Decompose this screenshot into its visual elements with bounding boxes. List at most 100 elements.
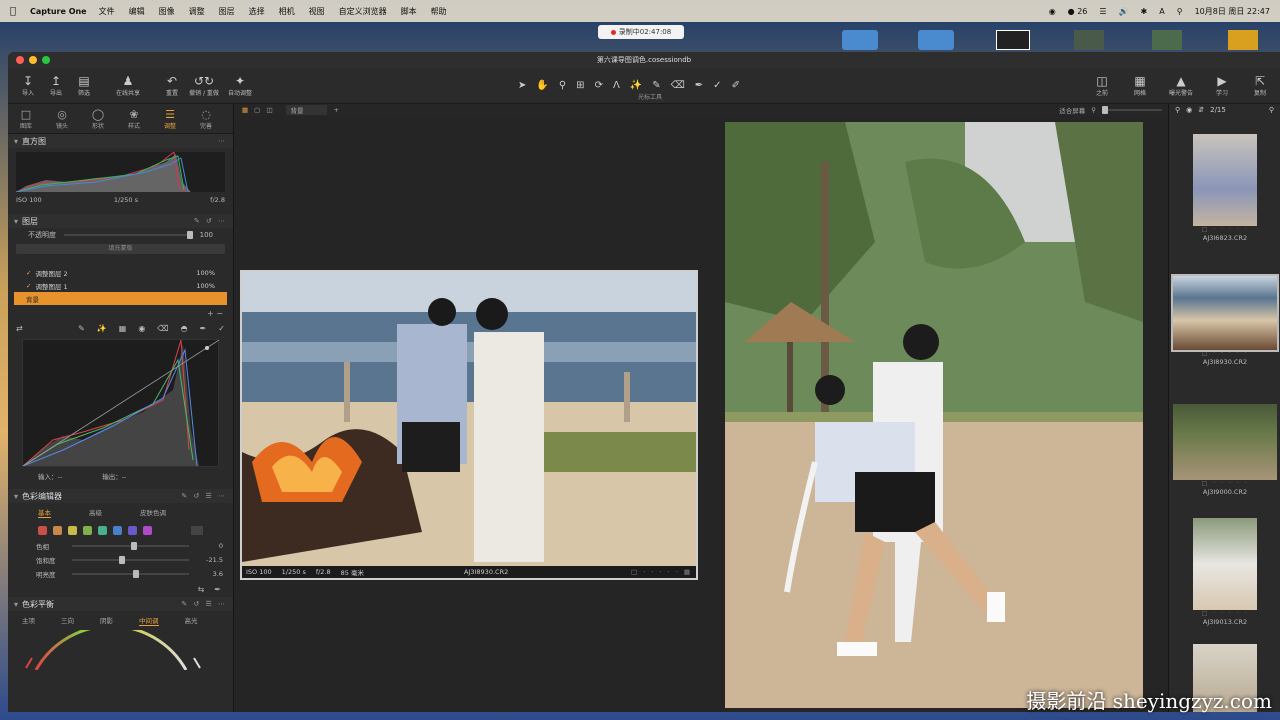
desktop-file-icon[interactable] (996, 30, 1030, 50)
tab-3way[interactable]: 三向 (61, 615, 74, 626)
color-editor-header[interactable]: ▾ 色彩编辑器 ✎ ↺ ☰ ⋯ (8, 489, 233, 503)
keystone-tool-icon[interactable]: Λ (613, 80, 620, 91)
layer-row[interactable]: ✓ 调整图层 1 100% (8, 279, 233, 292)
hue-slider[interactable] (72, 542, 189, 550)
thumbnail-image[interactable] (1193, 518, 1257, 610)
menu-layer[interactable]: 图层 (219, 6, 235, 17)
tab-shape[interactable]: ◯ 形状 (86, 108, 110, 130)
tab-style[interactable]: ❀ 样式 (122, 108, 146, 130)
fill-icon[interactable]: ◓ (181, 324, 188, 333)
filter-button[interactable]: ▤ 筛选 (70, 74, 98, 97)
copy-button[interactable]: ⇱ 复制 (1246, 74, 1274, 97)
pointer-tool-icon[interactable]: ➤ (518, 80, 526, 91)
layer-select[interactable]: 背景 (286, 105, 328, 115)
menu-script[interactable]: 脚本 (401, 6, 417, 17)
tab-midtones[interactable]: 中间调 (139, 615, 159, 626)
swatch-purple[interactable] (128, 526, 137, 535)
layer-row-selected[interactable]: 背景 (14, 292, 227, 305)
slider-thumb[interactable] (118, 556, 125, 564)
bluetooth-icon[interactable]: ✱ (1141, 7, 1148, 16)
thumbnail-image[interactable] (1173, 404, 1277, 480)
thumbnail-image[interactable] (1193, 134, 1257, 226)
brush-icon[interactable]: ✎ (78, 324, 85, 333)
swatch-yellow[interactable] (68, 526, 77, 535)
pen-icon[interactable]: ✒ (200, 324, 207, 333)
menu-select[interactable]: 选择 (249, 6, 265, 17)
undo-redo-button[interactable]: ↺↻ 撤销 / 重做 (186, 74, 222, 97)
annotate-tool-icon[interactable]: ✐ (732, 80, 740, 91)
menu-help[interactable]: 帮助 (431, 6, 447, 17)
histogram-header[interactable]: ▾ 直方图 ⋯ (8, 134, 233, 148)
sort-icon[interactable]: ⇵ (1198, 106, 1204, 114)
color-picker-button[interactable] (191, 526, 203, 535)
slider-thumb[interactable] (130, 542, 137, 550)
thumbnail-selected[interactable]: □ · · · · · AJ3I8930.CR2 (1171, 274, 1279, 366)
swap-icon[interactable]: ⇆ (198, 585, 205, 594)
tab-refine[interactable]: ◌ 完善 (194, 108, 218, 130)
recording-badge[interactable]: 录制中02:47:08 (598, 25, 684, 39)
folder-icon[interactable] (918, 30, 954, 50)
crop-tool-icon[interactable]: ⊞ (576, 80, 584, 91)
swatch-cyan[interactable] (98, 526, 107, 535)
tab-skin-tone[interactable]: 皮肤色调 (140, 507, 166, 518)
checkmark-icon[interactable]: ✓ (26, 269, 31, 277)
lightness-slider[interactable] (72, 570, 189, 578)
tab-master[interactable]: 主项 (22, 615, 35, 626)
thumbnail[interactable]: □ · · · · · AJ3I6823.CR2 (1171, 134, 1279, 242)
status-icon[interactable]: ◉ (1049, 7, 1056, 16)
swatch-magenta[interactable] (143, 526, 152, 535)
reference-photo[interactable]: ISO 100 1/250 s f/2.8 85 毫米 AJ3I8930.CR2… (240, 270, 698, 580)
grid-view-icon[interactable]: ▦ (242, 106, 248, 114)
layer-row[interactable]: ✓ 调整图层 2 100% (8, 266, 233, 279)
swatch-blue[interactable] (113, 526, 122, 535)
menu-file[interactable]: 文件 (99, 6, 115, 17)
color-wheel[interactable] (8, 624, 234, 671)
saturation-slider[interactable] (72, 556, 189, 564)
add-layer-icon[interactable]: + − (8, 305, 233, 321)
zoom-slider[interactable] (1102, 106, 1162, 114)
before-button[interactable]: ◫ 之前 (1088, 74, 1116, 97)
tab-shadows[interactable]: 阴影 (100, 615, 113, 626)
menu-image[interactable]: 图像 (159, 6, 175, 17)
search-icon[interactable]: ⚲ (1269, 106, 1274, 114)
input-method-icon[interactable]: A (1159, 7, 1164, 16)
tab-advanced[interactable]: 高级 (89, 507, 102, 518)
slider-thumb[interactable] (132, 570, 139, 578)
slider-thumb[interactable] (186, 231, 193, 239)
zoom-icon[interactable]: ⚲ (1091, 106, 1096, 114)
hue-value[interactable]: 0 (195, 542, 223, 550)
color-balance-tools-icon[interactable]: ✎ ↺ ☰ ⋯ (181, 600, 227, 608)
thumbnail[interactable]: □ · · · · · AJ3I9000.CR2 (1171, 404, 1279, 496)
auto-adjust-button[interactable]: ✦ 自动调整 (222, 74, 258, 97)
exposure-warning-button[interactable]: ▲ 曝光警告 (1164, 74, 1198, 97)
grid-button[interactable]: ▦ 网格 (1126, 74, 1154, 97)
tab-highlights[interactable]: 高光 (185, 615, 198, 626)
add-icon[interactable]: + (333, 106, 338, 114)
tab-library[interactable]: □ 图库 (14, 108, 38, 130)
folder-icon[interactable] (842, 30, 878, 50)
gradient-icon[interactable]: ▦ (119, 324, 127, 333)
brush-tool-icon[interactable]: ✎ (652, 80, 660, 91)
menu-custom-browser[interactable]: 自定义浏览器 (339, 6, 387, 17)
layers-header[interactable]: ▾ 图层 ✎ ↺ ⋯ (8, 214, 233, 228)
hand-tool-icon[interactable]: ✋ (536, 80, 548, 91)
export-button[interactable]: ↥ 导出 (42, 74, 70, 97)
desktop-image-icon[interactable] (1074, 30, 1104, 50)
eyedropper-icon[interactable]: ✒ (214, 585, 221, 594)
color-editor-tools-icon[interactable]: ✎ ↺ ☰ ⋯ (181, 492, 227, 500)
rating-dots[interactable]: □ · · · · · (1171, 350, 1279, 358)
radial-icon[interactable]: ◉ (138, 324, 145, 333)
single-view-icon[interactable]: ▢ (254, 106, 260, 114)
rotate-tool-icon[interactable]: ⟳ (595, 80, 603, 91)
reset-button[interactable]: ↶ 重置 (158, 74, 186, 97)
clock[interactable]: 10月8日 周日 22:47 (1195, 6, 1270, 17)
learn-button[interactable]: ▶ 学习 (1208, 74, 1236, 97)
picker-icon[interactable]: ✓ (218, 324, 225, 333)
slider-thumb[interactable] (1102, 106, 1108, 114)
tab-adjust[interactable]: ☰ 调整 (158, 108, 182, 130)
share-button[interactable]: ♟ 在线共享 (108, 74, 148, 97)
app-name[interactable]: Capture One (30, 7, 87, 16)
opacity-slider[interactable] (64, 231, 193, 239)
wifi-icon[interactable]: ☰ (1099, 7, 1106, 16)
color-balance-header[interactable]: ▾ 色彩平衡 ✎ ↺ ☰ ⋯ (8, 597, 233, 611)
